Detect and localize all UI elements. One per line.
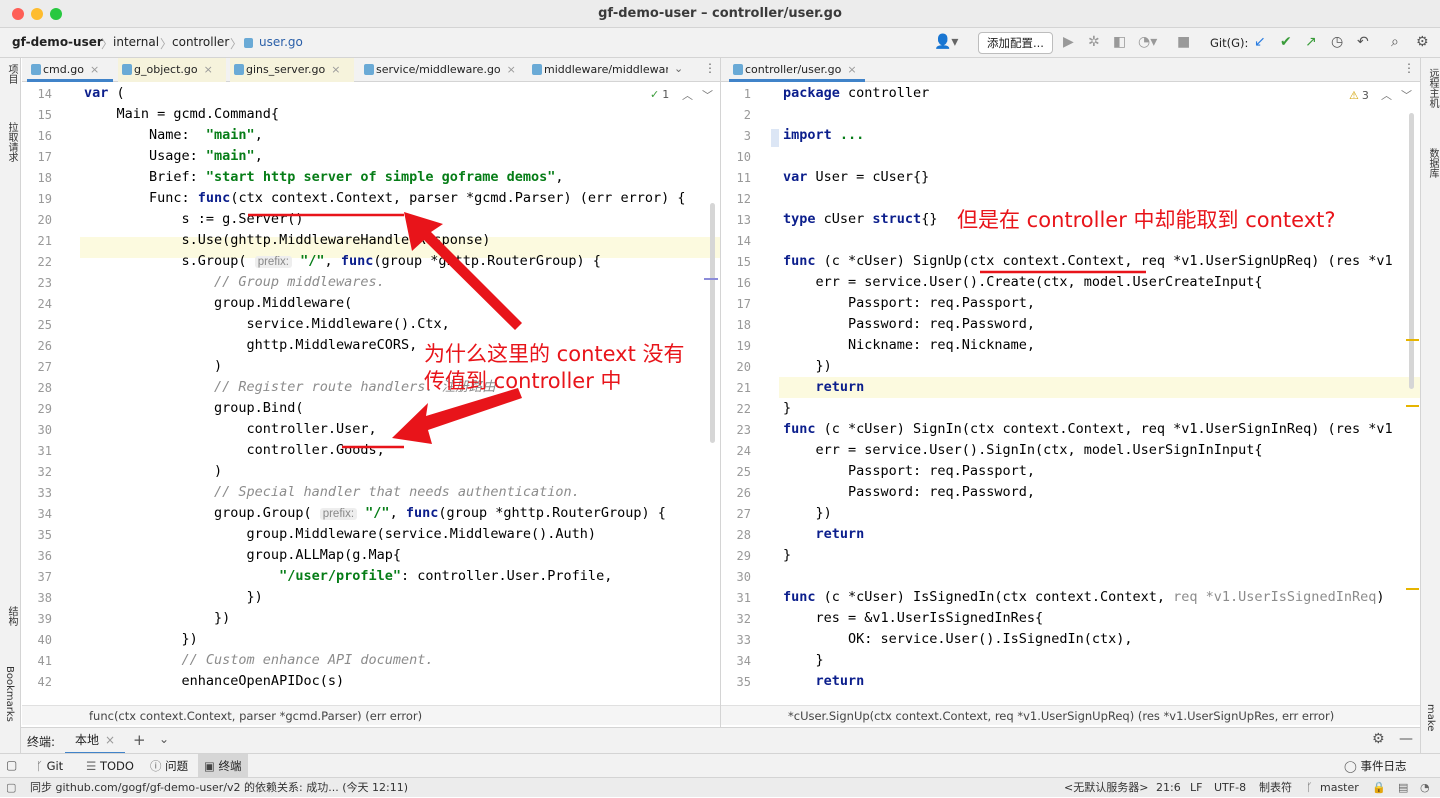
add-icon[interactable]: + <box>133 731 146 749</box>
annotation-left-line2: 传值到 controller 中 <box>424 369 622 393</box>
status-bar: ▢ 同步 github.com/gogf/gf-demo-user/v2 的依赖… <box>0 777 1440 797</box>
tool-window-bar: ▢ ᚴ Git ☰ TODO ⓘ 问题 ▣ 终端 ◯ 事件日志 <box>0 753 1440 778</box>
status-server[interactable]: <无默认服务器> <box>1064 778 1148 798</box>
terminal-label: 终端: <box>27 735 56 749</box>
speech-bubble-icon: ◯ <box>1344 759 1361 773</box>
status-position[interactable]: 21:6 <box>1156 778 1181 798</box>
git-branch-icon: ᚴ <box>1306 781 1313 794</box>
terminal-icon: ▣ <box>204 759 219 773</box>
terminal-tab-local[interactable]: 本地 × <box>65 728 126 754</box>
status-line-ending[interactable]: LF <box>1190 778 1202 798</box>
notification-icon[interactable]: ◔ <box>1420 778 1430 798</box>
arrow-to-controller-user <box>392 388 522 444</box>
problems-tool-button[interactable]: ⓘ 问题 <box>144 754 194 778</box>
todo-tool-button[interactable]: ☰ TODO <box>80 754 140 778</box>
minimize-icon[interactable]: — <box>1399 731 1413 747</box>
status-branch[interactable]: master <box>1320 778 1359 798</box>
memory-icon[interactable]: ▤ <box>1398 778 1408 798</box>
gear-icon[interactable]: ⚙ <box>1372 731 1385 747</box>
arrow-to-ctx <box>404 212 522 330</box>
lock-icon[interactable]: 🔒 <box>1372 778 1386 798</box>
terminal-tool-button[interactable]: ▣ 终端 <box>198 754 248 778</box>
annotation-overlay <box>248 212 1146 449</box>
status-encoding[interactable]: UTF-8 <box>1214 778 1246 798</box>
git-branch-icon: ᚴ <box>36 759 47 773</box>
annotation-left-line1: 为什么这里的 context 没有 <box>424 342 685 366</box>
square-icon[interactable]: ▢ <box>6 758 17 772</box>
chevron-down-icon[interactable]: ⌄ <box>159 732 169 746</box>
status-indent[interactable]: 制表符 <box>1259 778 1292 798</box>
terminal-header: 终端: 本地 × + ⌄ ⚙ — <box>21 727 1420 754</box>
status-message[interactable]: 同步 github.com/gogf/gf-demo-user/v2 的依赖关系… <box>30 778 408 798</box>
annotation-right: 但是在 controller 中却能取到 context? <box>957 208 1336 232</box>
close-icon[interactable]: × <box>105 733 115 747</box>
info-icon: ⓘ <box>150 759 166 773</box>
list-icon: ☰ <box>86 759 100 773</box>
square-icon[interactable]: ▢ <box>6 778 16 798</box>
event-log-tool-button[interactable]: ◯ 事件日志 <box>1344 754 1407 778</box>
git-tool-button[interactable]: ᚴ Git <box>30 754 69 778</box>
